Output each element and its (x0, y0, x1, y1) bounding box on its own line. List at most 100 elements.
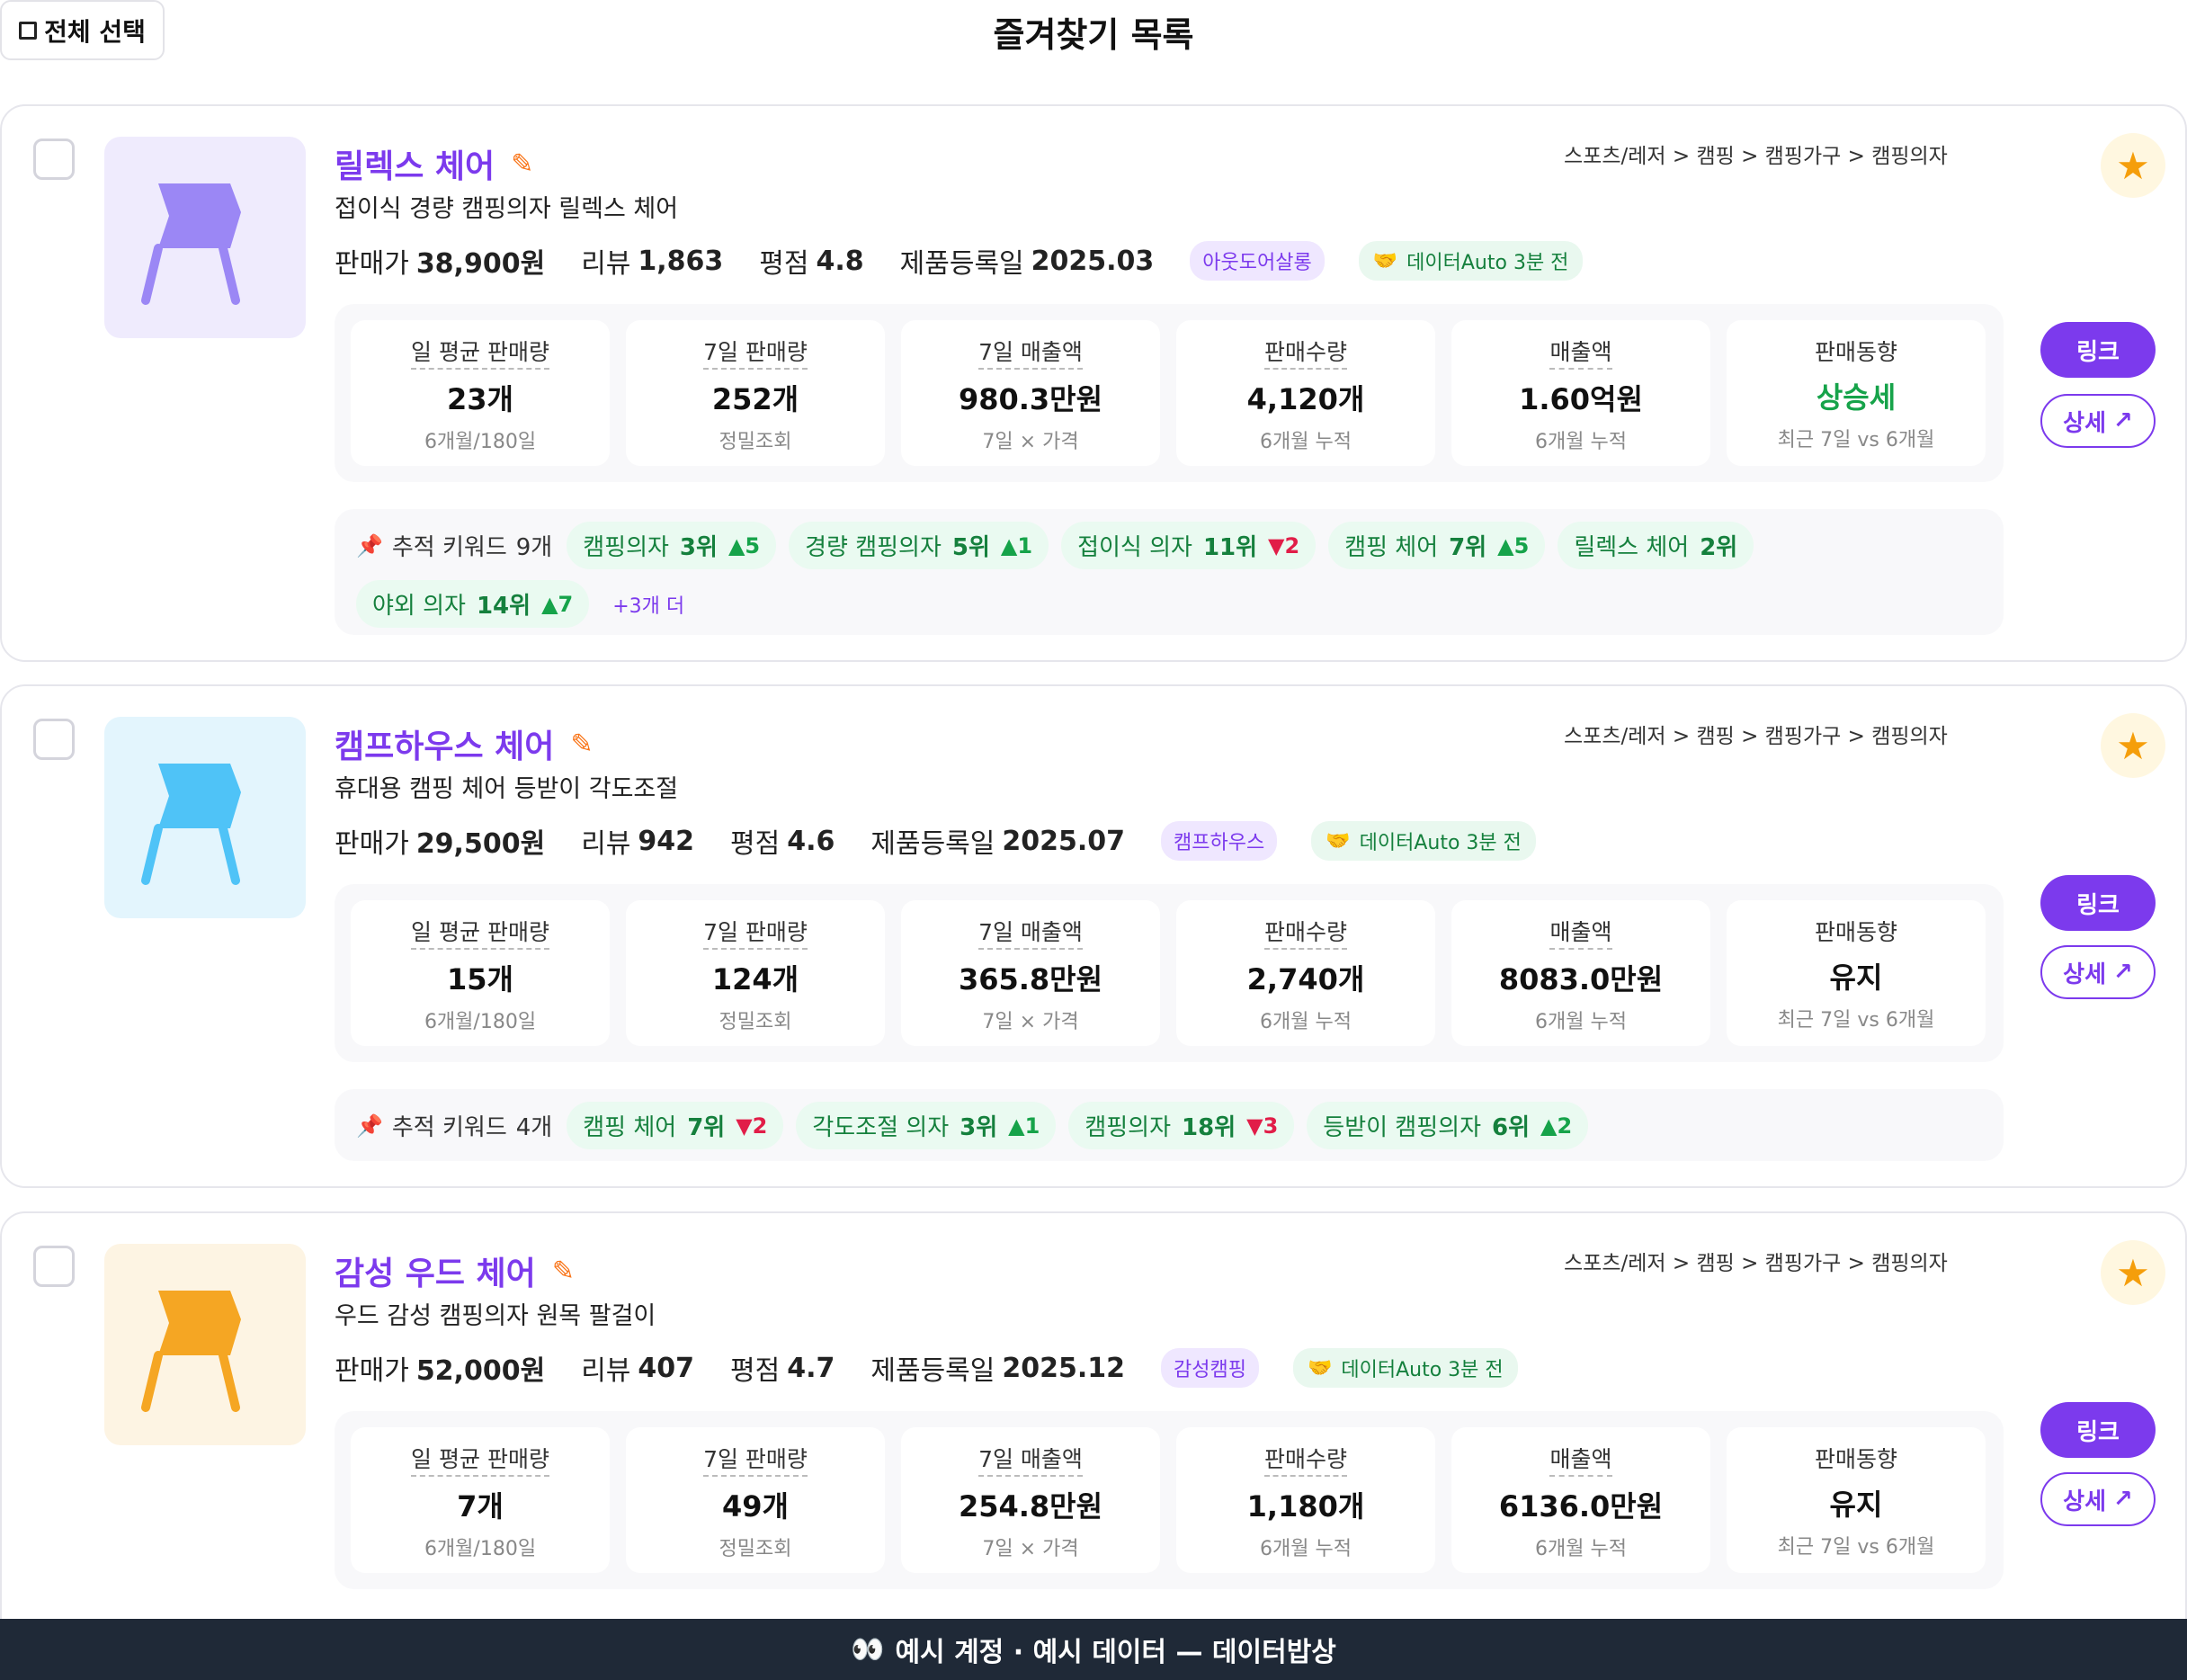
stat-cell: 7일 판매량 124개 정밀조회 (626, 900, 885, 1046)
product-description: 휴대용 캠핑 체어 등받이 각도조절 (335, 775, 679, 803)
keyword-text: 야외 의자 (372, 593, 466, 620)
keyword-chip[interactable]: 등받이 캠핑의자 6위 ▲2 (1307, 1102, 1589, 1149)
product-meta: 판매가 29,500원 리뷰 942 평점 4.6 제품등록일 2025.07 캠프하우… (335, 821, 1536, 861)
pencil-icon[interactable]: ✎ (511, 148, 533, 180)
stat-value: 365.8만원 (958, 962, 1103, 996)
stat-label: 판매수량 (1263, 915, 1347, 950)
star-icon[interactable]: ★ (2101, 1240, 2165, 1305)
product-thumbnail (104, 137, 306, 338)
stat-label: 7일 매출액 (978, 335, 1083, 370)
price-value: 38,900원 (415, 248, 546, 280)
keyword-panel: 📌 추적 키워드 4개 캠핑 체어 7위 ▼2 각도조절 의자 3위 ▲1 캠핑의자 18위 ▼3 등받… (335, 1089, 2004, 1161)
price-label: 판매가 (335, 1355, 409, 1387)
review-label: 리뷰 (581, 1355, 631, 1387)
stat-label: 매출액 (1549, 335, 1612, 370)
card-checkbox[interactable] (33, 139, 75, 180)
keyword-chip[interactable]: 릴렉스 체어 2위 (1558, 522, 1754, 569)
stat-cell: 판매동향 상승세 최근 7일 vs 6개월 (1727, 320, 1986, 466)
keyword-text: 캠핑 체어 (1344, 534, 1439, 561)
link-button[interactable]: 링크 (2040, 875, 2156, 931)
stat-value: 124개 (711, 962, 799, 996)
stats-panel: 일 평균 판매량 15개 6개월/180일 7일 판매량 124개 정밀조회 7일 매출액 3… (335, 884, 2004, 1062)
price-value: 29,500원 (415, 828, 546, 860)
registered-value: 2025.03 (1031, 245, 1155, 277)
keyword-panel: 📌 추적 키워드 9개 캠핑의자 3위 ▲5 경량 캠핑의자 5위 ▲1 접이식 의자 11위 ▼2 캠… (335, 509, 2004, 635)
keyword-delta: ▼3 (1246, 1113, 1279, 1139)
seller-badge[interactable]: 캠프하우스 (1161, 821, 1278, 861)
keyword-delta: ▼2 (736, 1113, 768, 1139)
stat-sub: 6개월 누적 (1260, 431, 1352, 453)
detail-label: 상세 (2063, 1488, 2107, 1515)
keyword-text: 캠핑의자 (583, 534, 669, 561)
keyword-chip[interactable]: 야외 의자 14위 ▲7 (356, 580, 590, 628)
rating-value: 4.7 (787, 1352, 835, 1384)
handshake-icon: 🤝 (1326, 829, 1351, 853)
keyword-rank: 3위 (679, 534, 718, 561)
favorite-card: 캠프하우스 체어 ✎ 휴대용 캠핑 체어 등받이 각도조절 스포츠/레저 > 캠… (0, 684, 2187, 1188)
stat-value: 상승세 (1816, 380, 1897, 415)
detail-button[interactable]: 상세 ↗ (2040, 945, 2156, 999)
stat-value: 254.8만원 (958, 1489, 1103, 1524)
keyword-chip[interactable]: 각도조절 의자 3위 ▲1 (796, 1102, 1057, 1149)
keyword-chip[interactable]: 경량 캠핑의자 5위 ▲1 (789, 522, 1049, 569)
auto-update-badge: 🤝 데이터Auto 3분 전 (1358, 241, 1584, 281)
keyword-chip[interactable]: 캠핑 체어 7위 ▲5 (1328, 522, 1546, 569)
stat-value: 8083.0만원 (1498, 962, 1664, 996)
link-button[interactable]: 링크 (2040, 322, 2156, 378)
stat-sub: 6개월 누적 (1260, 1538, 1352, 1560)
keyword-delta: ▲5 (1497, 532, 1530, 559)
rating-value: 4.6 (787, 825, 835, 857)
stat-sub: 정밀조회 (719, 1011, 792, 1033)
select-all-button[interactable]: 전체 선택 (0, 0, 165, 60)
stat-cell: 매출액 8083.0만원 6개월 누적 (1451, 900, 1710, 1046)
stat-value: 1,180개 (1246, 1489, 1365, 1524)
product-name[interactable]: 캠프하우스 체어 (335, 720, 554, 767)
rating-label: 평점 (759, 248, 809, 280)
product-meta: 판매가 38,900원 리뷰 1,863 평점 4.8 제품등록일 2025.03 아웃… (335, 241, 1584, 281)
keyword-chip[interactable]: 캠핑의자 18위 ▼3 (1068, 1102, 1295, 1149)
stats-panel: 일 평균 판매량 23개 6개월/180일 7일 판매량 252개 정밀조회 7일 매출액 9… (335, 304, 2004, 482)
stat-cell: 판매수량 1,180개 6개월 누적 (1176, 1427, 1435, 1573)
stat-label: 일 평균 판매량 (411, 335, 549, 370)
pencil-icon[interactable]: ✎ (570, 728, 593, 760)
star-icon[interactable]: ★ (2101, 133, 2165, 198)
stat-label: 판매수량 (1263, 335, 1347, 370)
product-meta: 판매가 52,000원 리뷰 407 평점 4.7 제품등록일 2025.12 감성캠핑… (335, 1348, 1518, 1388)
card-checkbox[interactable] (33, 1246, 75, 1287)
stat-cell: 매출액 1.60억원 6개월 누적 (1451, 320, 1710, 466)
detail-button[interactable]: 상세 ↗ (2040, 394, 2156, 448)
top-bar: 전체 선택 즐겨찾기 목록 (0, 0, 2187, 61)
chair-icon (141, 1291, 241, 1412)
tracked-count: 9개 (515, 534, 553, 561)
stat-label: 판매동향 (1814, 1446, 1897, 1472)
stat-label: 일 평균 판매량 (411, 915, 549, 950)
stat-label: 7일 매출액 (978, 1442, 1083, 1477)
keyword-chip[interactable]: 캠핑 체어 7위 ▼2 (567, 1102, 784, 1149)
seller-badge[interactable]: 감성캠핑 (1161, 1348, 1259, 1388)
star-icon[interactable]: ★ (2101, 713, 2165, 778)
stat-cell: 일 평균 판매량 7개 6개월/180일 (351, 1427, 610, 1573)
detail-button[interactable]: 상세 ↗ (2040, 1472, 2156, 1526)
seller-badge[interactable]: 아웃도어살롱 (1190, 241, 1325, 281)
pencil-icon[interactable]: ✎ (552, 1256, 575, 1287)
keyword-text: 캠핑 체어 (583, 1114, 677, 1141)
detail-label: 상세 (2063, 961, 2107, 988)
tracked-label: 추적 키워드 (391, 1114, 507, 1141)
keyword-chip[interactable]: 접이식 의자 11위 ▼2 (1061, 522, 1317, 569)
footer-text: 예시 계정 · 예시 데이터 — 데이터밥상 (895, 1637, 1336, 1668)
keyword-chip[interactable]: 캠핑의자 3위 ▲5 (567, 522, 777, 569)
more-keywords-link[interactable]: +3개 더 (602, 585, 695, 624)
stat-sub: 정밀조회 (719, 431, 792, 453)
stat-sub: 7일 × 가격 (982, 1011, 1079, 1033)
stat-label: 판매수량 (1263, 1442, 1347, 1477)
card-checkbox[interactable] (33, 719, 75, 760)
link-button[interactable]: 링크 (2040, 1402, 2156, 1458)
stat-value: 23개 (447, 382, 513, 416)
product-name[interactable]: 릴렉스 체어 (335, 140, 495, 187)
keyword-rank: 14위 (476, 593, 531, 620)
auto-update-badge: 🤝 데이터Auto 3분 전 (1311, 821, 1536, 861)
stat-cell: 일 평균 판매량 15개 6개월/180일 (351, 900, 610, 1046)
stat-cell: 매출액 6136.0만원 6개월 누적 (1451, 1427, 1710, 1573)
product-name[interactable]: 감성 우드 체어 (335, 1247, 536, 1294)
product-description: 우드 감성 캠핑의자 원목 팔걸이 (335, 1302, 656, 1330)
